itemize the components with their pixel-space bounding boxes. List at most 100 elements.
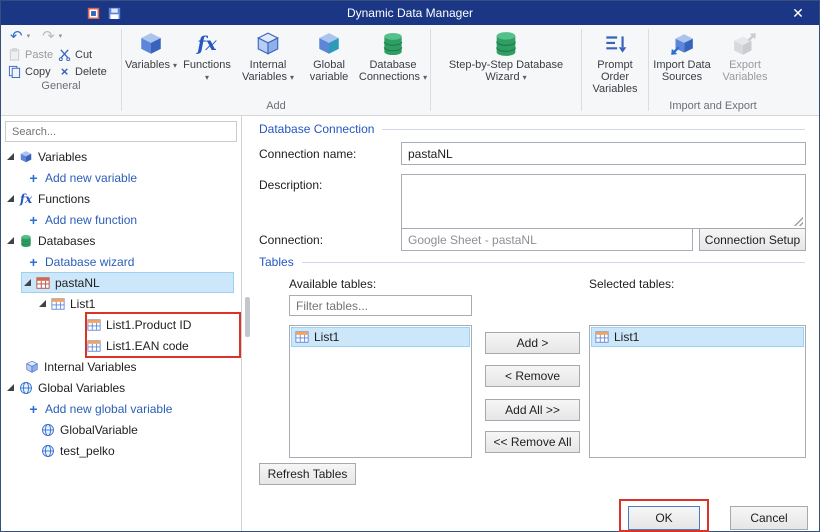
close-icon[interactable]: ✕ — [783, 1, 813, 25]
tree-item-test-pelko[interactable]: test_pelko — [1, 440, 241, 461]
group-label-empty — [432, 100, 580, 115]
copy-button[interactable]: Copy — [8, 65, 58, 78]
tree-item-databases[interactable]: Databases — [1, 230, 241, 251]
remove-button[interactable]: < Remove — [485, 365, 580, 387]
remove-all-button[interactable]: << Remove All — [485, 431, 580, 453]
selected-tables-label: Selected tables: — [589, 277, 674, 291]
table-name: List1 — [314, 330, 339, 344]
redo-icon[interactable]: ↷ — [42, 29, 55, 44]
section-title: Tables — [259, 255, 294, 269]
tree-item-add-new-variable[interactable]: + Add new variable — [1, 167, 241, 188]
section-title: Database Connection — [259, 122, 374, 136]
refresh-tables-button[interactable]: Refresh Tables — [259, 463, 356, 485]
expander-icon[interactable] — [7, 195, 14, 202]
tree-label: Variables — [38, 150, 87, 164]
titlebar: Dynamic Data Manager ✕ — [1, 1, 819, 25]
tree-item-list1-product-id[interactable]: List1.Product ID — [1, 314, 241, 335]
expander-icon[interactable] — [7, 384, 14, 391]
cut-icon — [58, 48, 71, 61]
tree-item-variables[interactable]: Variables — [1, 146, 241, 167]
tree-item-globalvariable[interactable]: GlobalVariable — [1, 419, 241, 440]
export-variables-button[interactable]: Export Variables — [714, 26, 776, 83]
variables-button[interactable]: Variables ▾ — [123, 26, 179, 72]
paste-icon — [8, 48, 21, 61]
expander-icon[interactable] — [7, 153, 14, 160]
wizard-label: Step-by-Step Database Wizard — [449, 59, 563, 83]
tree-item-functions[interactable]: fx Functions — [1, 188, 241, 209]
internal-variables-button[interactable]: Internal Variables ▾ — [235, 26, 301, 84]
connection-label: Connection: — [259, 233, 323, 247]
ribbon: ↶ ▾ ↷ ▾ Paste Cut Copy × — [1, 25, 819, 116]
search-input[interactable] — [6, 126, 236, 138]
description-textarea[interactable] — [401, 174, 806, 229]
tree-item-global-variables[interactable]: Global Variables — [1, 377, 241, 398]
database-table-icon — [36, 276, 50, 290]
tree-label: Databases — [38, 234, 95, 248]
plus-icon: + — [27, 213, 40, 227]
add-button[interactable]: Add > — [485, 332, 580, 354]
filter-tables-input[interactable] — [289, 295, 472, 316]
cut-button[interactable]: Cut — [58, 48, 120, 61]
tree-item-add-new-global-variable[interactable]: + Add new global variable — [1, 398, 241, 419]
prompt-order-button[interactable]: Prompt Order Variables — [583, 26, 647, 95]
database-connections-button[interactable]: Database Connections ▾ — [357, 26, 429, 84]
prompt-order-label: Prompt Order Variables — [592, 59, 637, 95]
database-wizard-icon — [492, 29, 520, 59]
group-label-general: General — [2, 80, 120, 95]
delete-label: Delete — [75, 66, 107, 78]
tree-label: test_pelko — [60, 444, 115, 458]
import-data-sources-button[interactable]: Import Data Sources — [650, 26, 714, 83]
plus-icon: + — [27, 171, 40, 185]
cut-label: Cut — [75, 49, 92, 61]
prompt-order-icon — [602, 29, 628, 59]
fx-icon: fx — [19, 192, 33, 206]
qat-save-icon[interactable] — [108, 7, 121, 19]
ribbon-group-general: ↶ ▾ ↷ ▾ Paste Cut Copy × — [1, 25, 121, 115]
functions-button[interactable]: fx Functions ▾ — [179, 26, 235, 84]
copy-label: Copy — [25, 66, 51, 78]
available-tables-list[interactable]: List1 — [289, 325, 472, 458]
undo-caret-icon[interactable]: ▾ — [27, 32, 31, 40]
tree-item-add-new-function[interactable]: + Add new function — [1, 209, 241, 230]
selected-tables-list[interactable]: List1 — [589, 325, 806, 458]
cancel-button[interactable]: Cancel — [730, 506, 808, 530]
paste-label: Paste — [25, 49, 53, 61]
selected-table-row-list1[interactable]: List1 — [591, 327, 804, 347]
scrollbar-thumb[interactable] — [245, 297, 250, 337]
paste-button[interactable]: Paste — [8, 48, 58, 61]
delete-button[interactable]: × Delete — [58, 65, 120, 78]
available-tables-label: Available tables: — [289, 277, 376, 291]
app-icon[interactable] — [87, 7, 100, 19]
dynamic-data-manager-dialog: Dynamic Data Manager ✕ ↶ ▾ ↷ ▾ Paste Cut — [0, 0, 820, 532]
expander-icon[interactable] — [24, 279, 31, 286]
undo-icon[interactable]: ↶ — [10, 29, 23, 44]
plus-icon: + — [27, 255, 40, 269]
global-variable-button[interactable]: Global variable — [301, 26, 357, 83]
step-by-step-wizard-button[interactable]: Step-by-Step Database Wizard ▾ — [432, 26, 580, 84]
search-box — [5, 121, 237, 142]
plus-icon: + — [27, 402, 40, 416]
export-label: Export Variables — [722, 59, 767, 83]
variables-label: Variables — [125, 59, 170, 71]
redo-caret-icon[interactable]: ▾ — [59, 32, 63, 40]
ok-button[interactable]: OK — [628, 506, 700, 530]
connection-name-label: Connection name: — [259, 147, 356, 161]
connection-setup-button[interactable]: Connection Setup — [699, 228, 806, 251]
expander-icon[interactable] — [39, 300, 46, 307]
connection-value-input — [401, 228, 693, 251]
expander-icon[interactable] — [7, 237, 14, 244]
tree-item-database-wizard[interactable]: + Database wizard — [1, 251, 241, 272]
add-all-button[interactable]: Add All >> — [485, 399, 580, 421]
tree-item-list1-ean-code[interactable]: List1.EAN code — [1, 335, 241, 356]
window-title: Dynamic Data Manager — [1, 6, 819, 20]
connection-name-input[interactable] — [401, 142, 806, 165]
ribbon-group-prompt-order: Prompt Order Variables — [582, 25, 648, 115]
globe-icon — [41, 444, 55, 458]
tree-item-pastanl[interactable]: pastaNL — [21, 272, 234, 293]
globe-icon — [41, 423, 55, 437]
tree-item-list1[interactable]: List1 — [1, 293, 241, 314]
available-table-row-list1[interactable]: List1 — [291, 327, 470, 347]
tree-item-internal-variables[interactable]: Internal Variables — [1, 356, 241, 377]
import-icon — [669, 29, 695, 59]
section-rule — [382, 129, 805, 130]
